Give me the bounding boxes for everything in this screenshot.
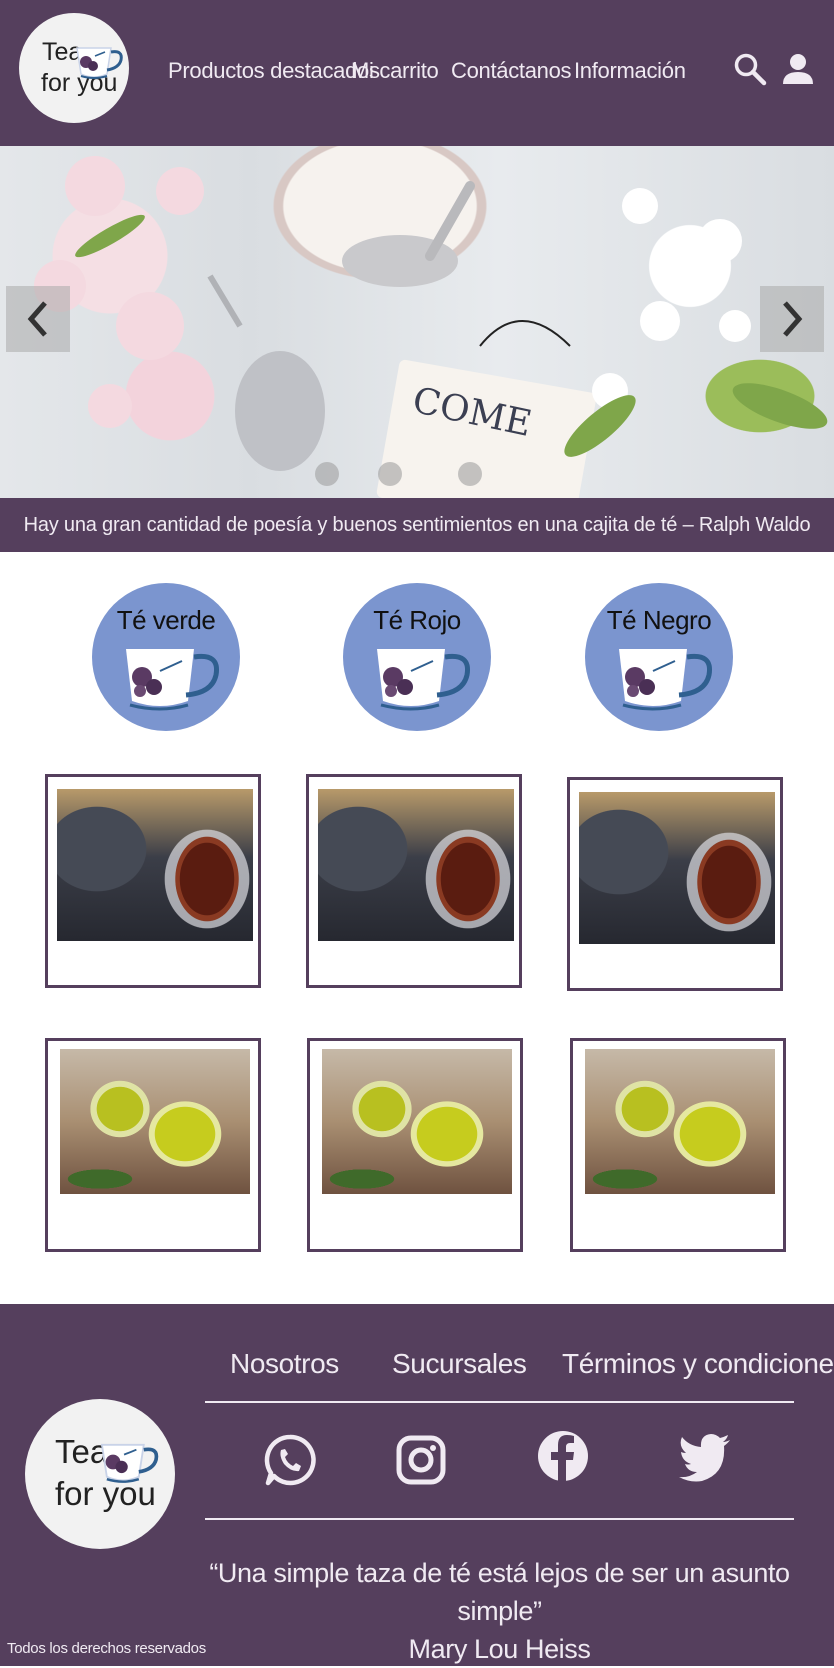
- footer-quote: “Una simple taza de té está lejos de ser…: [205, 1554, 794, 1668]
- product-card-black-tea[interactable]: [306, 774, 522, 988]
- user-icon[interactable]: [782, 52, 814, 86]
- footer-link-nosotros[interactable]: Nosotros: [230, 1348, 339, 1380]
- category-te-negro[interactable]: Té Negro: [585, 583, 733, 731]
- product-image: [585, 1049, 775, 1194]
- nav-contactanos[interactable]: Contáctanos: [451, 58, 572, 84]
- carousel-indicator[interactable]: [378, 462, 402, 486]
- teacup-icon: [377, 649, 471, 711]
- whatsapp-icon[interactable]: [264, 1434, 316, 1486]
- carousel-indicator[interactable]: [315, 462, 339, 486]
- category-te-rojo[interactable]: Té Rojo: [343, 583, 491, 731]
- carousel-next-button[interactable]: [760, 286, 824, 352]
- product-card-green-tea[interactable]: [570, 1038, 786, 1252]
- teacup-icon: [76, 47, 123, 79]
- teacup-icon: [126, 649, 220, 711]
- nav-productos-destacados[interactable]: Productos destacados: [168, 58, 380, 84]
- chevron-left-icon: [27, 301, 47, 337]
- carousel-prev-button[interactable]: [6, 286, 70, 352]
- category-label: Té Negro: [606, 605, 712, 635]
- twitter-icon[interactable]: [678, 1434, 732, 1482]
- nav-informacion[interactable]: Información: [574, 58, 686, 84]
- hero-carousel[interactable]: COME: [0, 146, 834, 498]
- carousel-indicator[interactable]: [458, 462, 482, 486]
- facebook-icon[interactable]: [537, 1430, 589, 1482]
- nav-mi-carrito[interactable]: Mi carrito: [351, 58, 439, 84]
- divider: [205, 1401, 794, 1403]
- product-image: [57, 789, 253, 941]
- product-image: [318, 789, 514, 941]
- logo[interactable]: Tea for you: [19, 13, 129, 123]
- teacup-icon: [619, 649, 713, 711]
- product-image: [60, 1049, 250, 1194]
- site-header: Tea for you Productos destacados Mi carr…: [0, 0, 834, 146]
- product-image: [579, 792, 775, 944]
- footer-quote-text: “Una simple taza de té está lejos de ser…: [209, 1558, 790, 1626]
- chevron-right-icon: [783, 301, 803, 337]
- instagram-icon[interactable]: [395, 1434, 447, 1486]
- product-card-black-tea[interactable]: [567, 777, 783, 991]
- product-card-green-tea[interactable]: [307, 1038, 523, 1252]
- site-footer: Nosotros Sucursales Términos y condicion…: [0, 1304, 834, 1666]
- hero-image: [34, 156, 828, 498]
- category-label: Té verde: [116, 605, 216, 635]
- footer-link-sucursales[interactable]: Sucursales: [392, 1348, 527, 1380]
- divider: [205, 1518, 794, 1520]
- product-image: [322, 1049, 512, 1194]
- product-card-black-tea[interactable]: [45, 774, 261, 988]
- footer-quote-author: Mary Lou Heiss: [408, 1634, 591, 1664]
- category-te-verde[interactable]: Té verde: [92, 583, 240, 731]
- quote-bar: Hay una gran cantidad de poesía y buenos…: [0, 498, 834, 552]
- search-icon[interactable]: [733, 52, 767, 86]
- copyright-text: Todos los derechos reservados: [7, 1640, 206, 1657]
- teacup-icon: [100, 1443, 159, 1483]
- category-label: Té Rojo: [373, 605, 461, 635]
- footer-link-terminos[interactable]: Términos y condiciones: [562, 1348, 834, 1380]
- product-card-green-tea[interactable]: [45, 1038, 261, 1252]
- footer-logo[interactable]: Tea for you: [25, 1399, 175, 1549]
